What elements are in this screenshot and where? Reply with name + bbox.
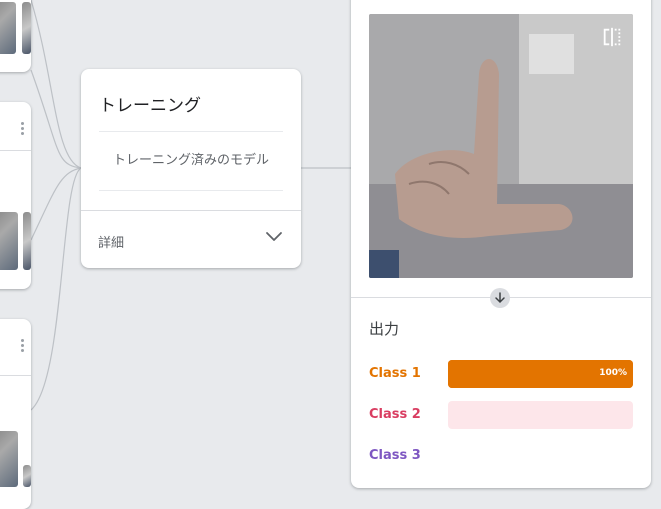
card-divider — [81, 210, 301, 211]
confidence-bar: 100% — [448, 360, 633, 388]
card-divider — [0, 150, 31, 151]
class-card-2 — [0, 102, 31, 289]
confidence-percent: 100% — [599, 368, 627, 378]
arrow-down-icon — [490, 288, 510, 308]
output-class-row: Class 1 100% — [369, 360, 633, 388]
training-card: トレーニング トレーニング済みのモデル 詳細 — [81, 69, 301, 268]
chevron-down-icon[interactable] — [264, 227, 284, 247]
more-options-icon[interactable] — [21, 339, 25, 354]
training-title: トレーニング — [99, 96, 201, 116]
trained-model-button[interactable]: トレーニング済みのモデル — [99, 131, 283, 191]
confidence-bar — [448, 442, 633, 470]
class-card-1 — [0, 0, 31, 72]
sample-thumbnail[interactable] — [0, 2, 16, 54]
class-name: Class 3 — [369, 448, 421, 463]
class-name: Class 1 — [369, 366, 421, 381]
sample-thumbnail[interactable] — [22, 2, 31, 54]
flip-horizontal-icon[interactable] — [601, 26, 623, 48]
sample-thumbnail[interactable] — [23, 465, 31, 487]
output-class-row: Class 3 — [369, 442, 633, 470]
connector-line — [30, 167, 82, 411]
sample-thumbnail[interactable] — [0, 212, 18, 270]
class-name: Class 2 — [369, 407, 421, 422]
connector-line — [30, 167, 82, 241]
webcam-preview — [369, 14, 633, 278]
sample-thumbnail[interactable] — [0, 431, 18, 487]
class-card-3 — [0, 319, 31, 509]
output-class-row: Class 2 — [369, 401, 633, 429]
confidence-bar — [448, 401, 633, 429]
webcam-image — [369, 14, 633, 278]
more-options-icon[interactable] — [21, 122, 25, 137]
preview-card: 出力 Class 1 100% Class 2 Class 3 — [351, 0, 651, 488]
details-label[interactable]: 詳細 — [98, 232, 124, 251]
card-divider — [0, 375, 31, 376]
sample-thumbnail[interactable] — [23, 212, 31, 270]
connector-line — [30, 69, 82, 169]
output-label: 出力 — [369, 320, 400, 338]
